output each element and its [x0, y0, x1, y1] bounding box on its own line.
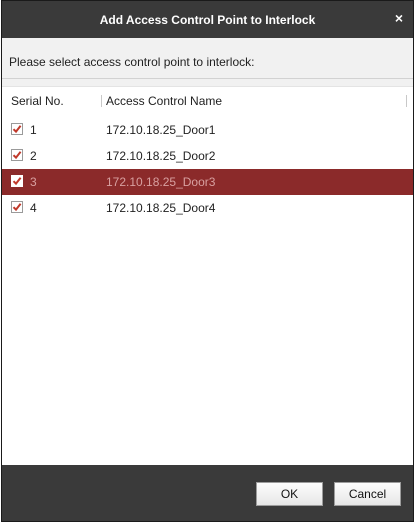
column-header-name[interactable]: Access Control Name: [106, 94, 222, 108]
checkbox-checked-icon[interactable]: [11, 149, 23, 161]
table-row-selected[interactable]: 3 172.10.18.25_Door3: [2, 169, 413, 195]
access-control-name: 172.10.18.25_Door2: [106, 149, 216, 163]
serial-number: 3: [30, 175, 37, 189]
dialog-footer: OK Cancel: [2, 465, 413, 521]
checkbox-checked-icon[interactable]: [11, 201, 23, 213]
column-header-serial[interactable]: Serial No.: [11, 94, 64, 108]
divider: [2, 78, 413, 79]
column-separator[interactable]: [101, 95, 102, 107]
table-row[interactable]: 1 172.10.18.25_Door1: [2, 117, 413, 143]
serial-number: 1: [30, 123, 37, 137]
dialog-titlebar: Add Access Control Point to Interlock ×: [2, 1, 413, 38]
access-control-name: 172.10.18.25_Door3: [106, 175, 216, 189]
close-icon[interactable]: ×: [393, 11, 405, 25]
table-row[interactable]: 2 172.10.18.25_Door2: [2, 143, 413, 169]
access-control-name: 172.10.18.25_Door4: [106, 201, 216, 215]
dialog-title: Add Access Control Point to Interlock: [99, 12, 316, 27]
dialog-body: Please select access control point to in…: [2, 38, 413, 465]
table-row[interactable]: 4 172.10.18.25_Door4: [2, 195, 413, 221]
table-header: Serial No. Access Control Name: [2, 87, 413, 115]
access-point-table: Serial No. Access Control Name 1 172.10.…: [2, 86, 413, 465]
serial-number: 2: [30, 149, 37, 163]
select-prompt: Please select access control point to in…: [9, 55, 255, 69]
checkbox-checked-icon[interactable]: [11, 175, 23, 187]
checkbox-checked-icon[interactable]: [11, 123, 23, 135]
ok-button[interactable]: OK: [256, 482, 323, 506]
add-interlock-dialog: Add Access Control Point to Interlock × …: [1, 0, 414, 522]
serial-number: 4: [30, 201, 37, 215]
access-control-name: 172.10.18.25_Door1: [106, 123, 216, 137]
column-separator[interactable]: [406, 95, 407, 107]
cancel-button[interactable]: Cancel: [334, 482, 401, 506]
